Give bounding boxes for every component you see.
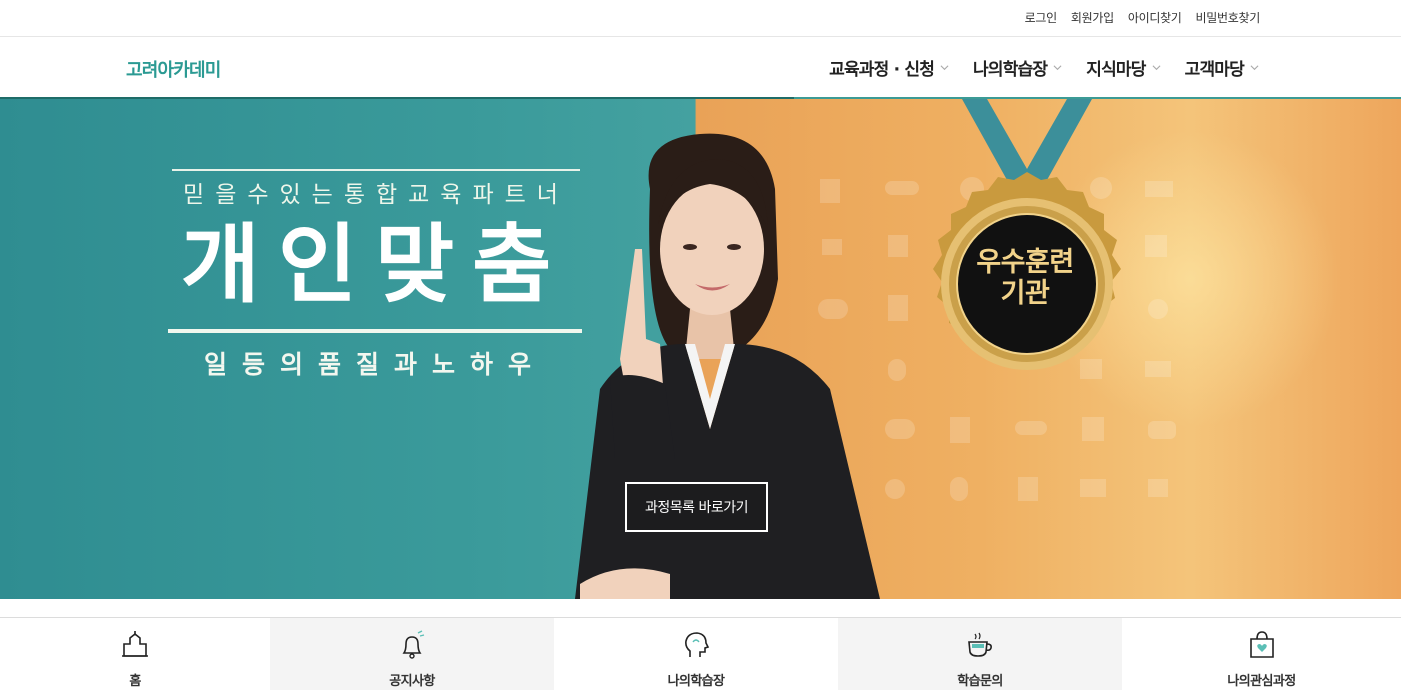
hero-rule bbox=[168, 329, 582, 333]
quick-label: 나의관심과정 bbox=[1227, 674, 1296, 689]
medal-label-line1: 우수훈련 bbox=[976, 247, 1074, 278]
nav-knowledge[interactable]: 지식마당 bbox=[1086, 55, 1161, 80]
chevron-down-icon bbox=[1053, 65, 1062, 71]
quick-notice[interactable]: 공지사항 bbox=[270, 618, 554, 690]
chevron-down-icon bbox=[1152, 65, 1161, 71]
quick-menu: 홈 공지사항 나의학습장 학습문의 나의관심과정 bbox=[0, 617, 1401, 690]
home-icon bbox=[122, 631, 148, 657]
find-password-link[interactable]: 비밀번호찾기 bbox=[1196, 9, 1261, 26]
nav-label: 지식마당 bbox=[1086, 60, 1146, 80]
nav-course-apply[interactable]: 교육과정 · 신청 bbox=[829, 55, 949, 80]
nav-my-study[interactable]: 나의학습장 bbox=[973, 55, 1062, 80]
hero-tagline: 믿을수있는통합교육파트너 bbox=[172, 169, 580, 209]
nav-label: 나의학습장 bbox=[973, 60, 1048, 80]
quick-label: 공지사항 bbox=[389, 674, 435, 689]
signup-link[interactable]: 회원가입 bbox=[1071, 9, 1114, 26]
nav-customer[interactable]: 고객마당 bbox=[1185, 55, 1259, 80]
hero-banner: 믿을수있는통합교육파트너 개인맞춤 일등의품질과노하우 우수훈련 기관 과정목록… bbox=[0, 99, 1401, 599]
find-id-link[interactable]: 아이디찾기 bbox=[1128, 9, 1182, 26]
quick-label: 나의학습장 bbox=[667, 674, 725, 689]
quick-inquiry[interactable]: 학습문의 bbox=[838, 618, 1122, 690]
chevron-down-icon bbox=[1250, 65, 1259, 71]
login-link[interactable]: 로그인 bbox=[1025, 9, 1058, 26]
course-list-button[interactable]: 과정목록 바로가기 bbox=[625, 482, 768, 532]
nav-label: 교육과정 · 신청 bbox=[829, 60, 935, 80]
bell-icon bbox=[402, 630, 425, 659]
nav-label: 고객마당 bbox=[1184, 60, 1245, 80]
top-utility-bar: 로그인 회원가입 아이디찾기 비밀번호찾기 bbox=[0, 0, 1401, 37]
head-icon bbox=[685, 632, 710, 657]
hero-subline: 일등의품질과노하우 bbox=[203, 350, 546, 379]
quick-label: 학습문의 bbox=[957, 674, 1003, 689]
site-logo[interactable]: 고려아카데미 bbox=[126, 56, 221, 82]
quick-home[interactable]: 홈 bbox=[0, 618, 270, 690]
hero-headline: 개인맞춤 bbox=[180, 215, 570, 315]
medal-label: 우수훈련 기관 bbox=[955, 247, 1095, 309]
main-header: 고려아카데미 교육과정 · 신청 나의학습장 지식마당 고객마당 bbox=[0, 37, 1401, 98]
quick-favorite-courses[interactable]: 나의관심과정 bbox=[1122, 618, 1401, 690]
shopping-bag-heart-icon bbox=[1249, 631, 1274, 658]
chevron-down-icon bbox=[940, 65, 949, 71]
quick-label: 홈 bbox=[129, 674, 141, 689]
main-nav: 교육과정 · 신청 나의학습장 지식마당 고객마당 bbox=[829, 55, 1259, 80]
coffee-cup-icon bbox=[968, 632, 992, 657]
hero-text: 믿을수있는통합교육파트너 개인맞춤 일등의품질과노하우 bbox=[168, 169, 582, 381]
medal-label-line2: 기관 bbox=[1000, 278, 1050, 309]
account-links: 로그인 회원가입 아이디찾기 비밀번호찾기 bbox=[1025, 9, 1261, 26]
quick-my-study[interactable]: 나의학습장 bbox=[554, 618, 838, 690]
